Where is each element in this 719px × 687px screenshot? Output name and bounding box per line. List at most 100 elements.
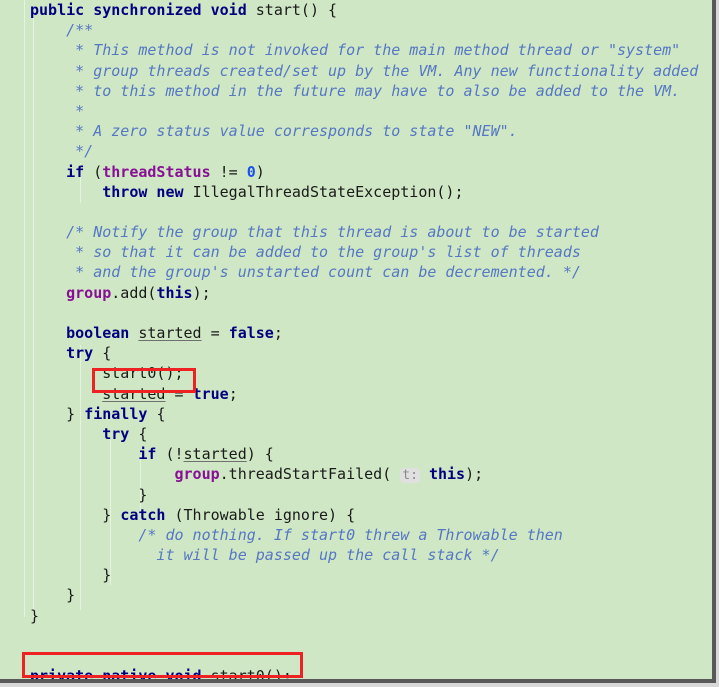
code-token-kw: finally bbox=[84, 404, 157, 423]
code-line[interactable]: if (!started) { bbox=[0, 444, 712, 464]
code-token-plain: ); bbox=[465, 465, 484, 484]
code-line[interactable]: throw new IllegalThreadStateException(); bbox=[0, 182, 712, 202]
code-token-field: group bbox=[66, 283, 112, 302]
code-token-kw: true bbox=[192, 384, 229, 403]
code-editor[interactable]: public synchronized void start() { /** *… bbox=[0, 0, 719, 687]
code-token-plain: ) bbox=[255, 162, 265, 181]
code-token-local: started bbox=[102, 384, 166, 403]
code-line[interactable] bbox=[0, 303, 712, 323]
code-token-cmt: * and the group's unstarted count can be… bbox=[30, 263, 581, 282]
code-line-list[interactable]: public synchronized void start() { /** *… bbox=[0, 0, 712, 686]
code-line[interactable]: group.add(this); bbox=[0, 283, 712, 303]
code-token-cmt: */ bbox=[30, 142, 94, 161]
code-token-plain: (! bbox=[165, 445, 184, 464]
code-token-cmt: /* Notify the group that this thread is … bbox=[30, 223, 599, 242]
code-token-kw: throw new bbox=[30, 182, 193, 201]
code-token-plain: { bbox=[138, 424, 148, 443]
code-token-kw: try bbox=[30, 344, 103, 363]
code-line[interactable]: try { bbox=[0, 424, 712, 444]
code-token-kw: boolean bbox=[30, 324, 139, 342]
code-token-kw: public synchronized void bbox=[30, 1, 256, 19]
code-token-kw: if bbox=[30, 162, 94, 181]
code-line[interactable]: started = true; bbox=[0, 384, 712, 404]
code-token-cmt: * to this method in the future may have … bbox=[30, 81, 681, 100]
code-token-plain: .threadStartFailed( bbox=[219, 465, 401, 484]
code-token-num: 0 bbox=[246, 162, 256, 181]
code-token-kw: false bbox=[228, 324, 274, 342]
code-surface[interactable]: public synchronized void start() { /** *… bbox=[0, 0, 712, 685]
code-line[interactable]: */ bbox=[0, 141, 712, 161]
code-token-plain: != bbox=[210, 162, 247, 181]
code-line[interactable]: * so that it can be added to the group's… bbox=[0, 242, 712, 262]
code-token-plain: } bbox=[30, 606, 40, 625]
code-line[interactable]: * and the group's unstarted count can be… bbox=[0, 262, 712, 282]
code-line[interactable] bbox=[0, 202, 712, 222]
code-token-plain: { bbox=[102, 344, 112, 363]
code-token-cmt: * group threads created/set up by the VM… bbox=[30, 61, 699, 80]
code-line[interactable]: try { bbox=[0, 343, 712, 363]
code-line[interactable]: start0(); bbox=[0, 363, 712, 383]
code-token-plain: ) { bbox=[246, 445, 274, 464]
code-token-plain: } bbox=[30, 485, 148, 504]
code-token-cmt: /* do nothing. If start0 threw a Throwab… bbox=[30, 525, 563, 544]
code-token-cmt: * so that it can be added to the group's… bbox=[30, 243, 581, 262]
code-token-kw: this bbox=[428, 465, 466, 484]
code-line[interactable]: * This method is not invoked for the mai… bbox=[0, 40, 712, 60]
code-token-plain: start0(); bbox=[30, 364, 184, 383]
code-token-plain: ( bbox=[93, 162, 103, 181]
code-line[interactable]: /** bbox=[0, 20, 712, 40]
code-token-plain: IllegalThreadStateException(); bbox=[192, 182, 464, 201]
code-token-plain: { bbox=[156, 404, 166, 423]
code-token-plain: } bbox=[30, 505, 121, 524]
code-token-cmt: * bbox=[30, 101, 85, 120]
code-line[interactable]: * group threads created/set up by the VM… bbox=[0, 61, 712, 81]
code-token-plain: } bbox=[30, 404, 85, 423]
code-line[interactable]: } catch (Throwable ignore) { bbox=[0, 505, 712, 525]
code-token-kw: try bbox=[30, 424, 139, 443]
code-line[interactable]: } finally { bbox=[0, 404, 712, 424]
code-line[interactable]: group.threadStartFailed( t: this); bbox=[0, 464, 712, 484]
code-token-plain: ; bbox=[273, 324, 283, 342]
code-line[interactable]: /* do nothing. If start0 threw a Throwab… bbox=[0, 525, 712, 545]
code-line[interactable]: } bbox=[0, 485, 712, 505]
code-token-cmt: * This method is not invoked for the mai… bbox=[30, 41, 681, 60]
code-token-plain: (Throwable ignore) { bbox=[174, 505, 356, 524]
code-token-kw: catch bbox=[120, 505, 175, 524]
code-token-cmt: /** bbox=[30, 21, 94, 40]
code-token-plain: = bbox=[165, 384, 193, 403]
code-token-kw: if bbox=[30, 445, 166, 464]
code-token-plain: start() { bbox=[255, 1, 338, 19]
code-token-local: started bbox=[138, 324, 202, 342]
code-line[interactable]: } bbox=[0, 606, 712, 626]
code-token-plain: .add( bbox=[111, 283, 157, 302]
code-line[interactable]: * bbox=[0, 101, 712, 121]
code-token-field: threadStatus bbox=[102, 162, 211, 181]
code-line[interactable] bbox=[0, 646, 712, 666]
code-line[interactable]: it will be passed up the call stack */ bbox=[0, 545, 712, 565]
code-line[interactable]: public synchronized void start() { bbox=[0, 0, 712, 20]
code-token-plain: } bbox=[30, 586, 76, 605]
code-token-cmt: it will be passed up the call stack */ bbox=[30, 546, 500, 565]
code-token-plain: ; bbox=[228, 384, 238, 403]
code-token-field: group bbox=[174, 465, 220, 484]
code-line[interactable]: boolean started = false; bbox=[0, 323, 712, 343]
code-token-kw: this bbox=[156, 283, 193, 302]
code-token-plain: } bbox=[30, 566, 112, 585]
code-line[interactable]: } bbox=[0, 565, 712, 585]
code-line[interactable]: * to this method in the future may have … bbox=[0, 81, 712, 101]
code-token-cmt: * A zero status value corresponds to sta… bbox=[30, 122, 518, 141]
code-line[interactable]: } bbox=[0, 585, 712, 605]
code-line[interactable] bbox=[0, 626, 712, 646]
code-token-hint: t: bbox=[400, 468, 420, 484]
code-token-plain: ); bbox=[192, 283, 211, 302]
code-token-plain: = bbox=[201, 324, 229, 342]
code-line[interactable]: /* Notify the group that this thread is … bbox=[0, 222, 712, 242]
code-line[interactable]: if (threadStatus != 0) bbox=[0, 162, 712, 182]
code-token-local: started bbox=[183, 445, 247, 464]
code-line[interactable]: * A zero status value corresponds to sta… bbox=[0, 121, 712, 141]
window-bottom-shadow bbox=[0, 683, 719, 687]
